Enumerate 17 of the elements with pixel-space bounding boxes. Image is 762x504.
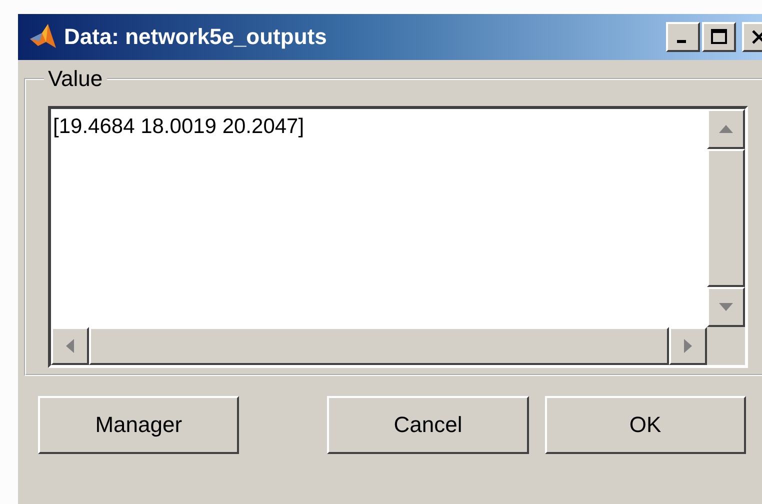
minimize-button[interactable] bbox=[666, 22, 700, 52]
value-text: [19.4684 18.0019 20.2047] bbox=[53, 115, 304, 138]
scroll-up-icon[interactable] bbox=[719, 125, 733, 133]
maximize-icon[interactable] bbox=[709, 27, 729, 47]
vertical-scrollbar[interactable] bbox=[707, 109, 745, 327]
horizontal-scrollbar[interactable] bbox=[51, 327, 707, 365]
scroll-left-icon[interactable] bbox=[66, 339, 74, 353]
scrollbar-corner bbox=[707, 327, 745, 365]
dialog-button[interactable]: OK bbox=[544, 396, 746, 454]
scroll-down-icon[interactable] bbox=[719, 303, 733, 311]
group-label: Value bbox=[47, 66, 104, 92]
dialog-button[interactable]: Cancel bbox=[327, 396, 529, 454]
window-title: Data: network5e_outputs bbox=[64, 24, 328, 50]
maximize-button[interactable] bbox=[702, 22, 736, 52]
dialog-button[interactable]: Manager bbox=[38, 396, 240, 454]
scroll-right-icon[interactable] bbox=[684, 339, 692, 353]
value-field[interactable]: [19.4684 18.0019 20.2047] bbox=[48, 106, 748, 368]
